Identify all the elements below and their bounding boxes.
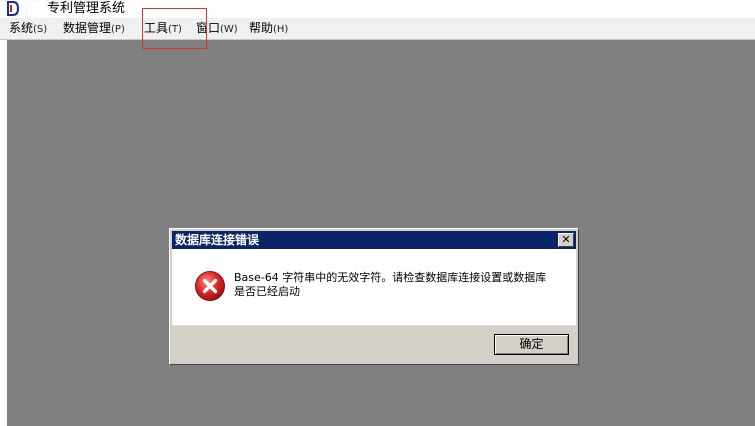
ok-button[interactable]: 确定 <box>494 334 569 355</box>
menu-window[interactable]: 窗口(W) <box>196 20 238 37</box>
menu-window-accel: (W) <box>220 24 238 35</box>
menu-data-management-label: 数据管理 <box>63 21 112 35</box>
close-icon: ✕ <box>561 233 571 246</box>
app-window: 专利管理系统 系统(S) 数据管理(P) 工具(T) 窗口(W) 帮助(H) 数… <box>0 0 755 426</box>
menu-help-accel: (H) <box>273 24 289 35</box>
menu-data-management-accel: (P) <box>111 24 125 35</box>
dialog-title: 数据库连接错误 <box>175 233 260 247</box>
menu-tools-accel: (T) <box>168 24 182 35</box>
menu-system-label: 系统 <box>9 21 34 35</box>
app-logo-icon <box>7 1 20 16</box>
menu-tools[interactable]: 工具(T) <box>144 20 182 37</box>
error-dialog: 数据库连接错误 ✕ Base-64 字符串中的无效字符。请检查数据库连接设置或数… <box>169 228 579 365</box>
menu-data-management[interactable]: 数据管理(P) <box>63 20 125 37</box>
menu-help[interactable]: 帮助(H) <box>249 20 288 37</box>
dialog-footer: 确定 <box>172 325 576 363</box>
title-bar: 专利管理系统 <box>0 0 755 22</box>
menu-system-accel: (S) <box>33 24 48 35</box>
menu-help-label: 帮助 <box>249 21 274 35</box>
menu-bar: 系统(S) 数据管理(P) 工具(T) 窗口(W) 帮助(H) <box>0 18 755 40</box>
dialog-body: Base-64 字符串中的无效字符。请检查数据库连接设置或数据库是否已经启动 <box>172 249 576 325</box>
left-border-strip <box>0 40 7 426</box>
app-title: 专利管理系统 <box>47 1 126 16</box>
dialog-close-button[interactable]: ✕ <box>558 233 574 247</box>
dialog-message: Base-64 字符串中的无效字符。请检查数据库连接设置或数据库是否已经启动 <box>234 271 547 298</box>
dialog-title-bar[interactable]: 数据库连接错误 ✕ <box>172 231 576 249</box>
error-icon <box>195 271 225 301</box>
menu-window-label: 窗口 <box>196 21 221 35</box>
menu-tools-label: 工具 <box>144 21 169 35</box>
menu-system[interactable]: 系统(S) <box>9 20 47 37</box>
